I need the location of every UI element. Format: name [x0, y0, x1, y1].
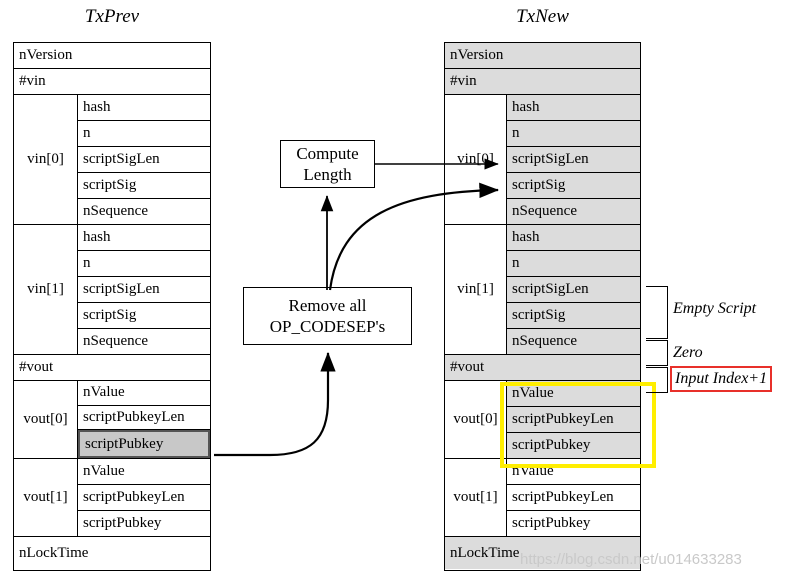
txprev-vin0-field-n[interactable]: n: [78, 121, 210, 147]
txprev-cell-nvin: #vin: [14, 69, 210, 95]
zero-bracket: [646, 340, 668, 366]
txprev-vout0-field-nvalue[interactable]: nValue: [78, 381, 210, 406]
txprev-vin0-field-scriptsig[interactable]: scriptSig: [78, 173, 210, 199]
input-index-bracket: [646, 367, 668, 393]
txprev-vin1-label: vin[1]: [14, 225, 78, 354]
remove-codesep-box[interactable]: Remove all OP_CODESEP's: [243, 287, 412, 345]
txnew-vin1-field-scriptsiglen[interactable]: scriptSigLen: [507, 277, 640, 303]
empty-script-bracket: [646, 286, 668, 339]
txnew-cell-nvin: #vin: [445, 69, 640, 95]
txprev-vout0-label: vout[0]: [14, 381, 78, 458]
txnew-table: nVersion #vin vin[0] hash n scriptSigLen…: [444, 42, 641, 571]
txnew-vin0-field-n[interactable]: n: [507, 121, 640, 147]
txnew-group-vout0[interactable]: vout[0] nValue scriptPubkeyLen scriptPub…: [445, 381, 640, 459]
txprev-title: TxPrev: [84, 6, 140, 27]
txprev-vin0-field-nsequence[interactable]: nSequence: [78, 199, 210, 224]
txnew-vin1-field-n[interactable]: n: [507, 251, 640, 277]
txnew-vin1-label: vin[1]: [445, 225, 507, 354]
txprev-cell-nlocktime: nLockTime: [14, 537, 210, 569]
txnew-cell-nvout: #vout: [445, 355, 640, 381]
txprev-vout1-field-scriptpubkey[interactable]: scriptPubkey: [78, 511, 210, 536]
txprev-group-vin0[interactable]: vin[0] hash n scriptSigLen scriptSig nSe…: [14, 95, 210, 225]
txnew-row-nversion[interactable]: nVersion: [445, 43, 640, 69]
txprev-row-nvin[interactable]: #vin: [14, 69, 210, 95]
txnew-vin0-field-scriptsig[interactable]: scriptSig: [507, 173, 640, 199]
txnew-vin1-field-hash[interactable]: hash: [507, 225, 640, 251]
txprev-vin1-field-n[interactable]: n: [78, 251, 210, 277]
txnew-title: TxNew: [516, 6, 569, 27]
txprev-row-nlocktime[interactable]: nLockTime: [14, 537, 210, 569]
txprev-vin0-field-scriptsiglen[interactable]: scriptSigLen: [78, 147, 210, 173]
txnew-row-nvin[interactable]: #vin: [445, 69, 640, 95]
txnew-vin0-field-hash[interactable]: hash: [507, 95, 640, 121]
txprev-vout0-field-scriptpubkeylen[interactable]: scriptPubkeyLen: [78, 405, 210, 431]
txprev-vin1-field-scriptsig[interactable]: scriptSig: [78, 303, 210, 329]
txnew-vin1-field-scriptsig[interactable]: scriptSig: [507, 303, 640, 329]
diagram-canvas: TxPrev TxNew nVersion #vin vin[0] hash n…: [0, 0, 795, 581]
txnew-vout1-field-nvalue[interactable]: nValue: [507, 459, 640, 485]
txnew-group-vin1[interactable]: vin[1] hash n scriptSigLen scriptSig nSe…: [445, 225, 640, 355]
txprev-vout1-field-scriptpubkeylen[interactable]: scriptPubkeyLen: [78, 485, 210, 511]
txnew-vout1-label: vout[1]: [445, 459, 507, 536]
txnew-vin0-field-nsequence[interactable]: nSequence: [507, 199, 640, 224]
txnew-group-vout1[interactable]: vout[1] nValue scriptPubkeyLen scriptPub…: [445, 459, 640, 537]
txprev-vin1-field-scriptsiglen[interactable]: scriptSigLen: [78, 277, 210, 303]
txnew-vin0-field-scriptsiglen[interactable]: scriptSigLen: [507, 147, 640, 173]
txprev-vout1-field-nvalue[interactable]: nValue: [78, 459, 210, 485]
txprev-group-vin1[interactable]: vin[1] hash n scriptSigLen scriptSig nSe…: [14, 225, 210, 355]
remove-codesep-line1: Remove all: [288, 295, 367, 315]
txprev-group-vout0[interactable]: vout[0] nValue scriptPubkeyLen scriptPub…: [14, 381, 210, 459]
txnew-group-vin0[interactable]: vin[0] hash n scriptSigLen scriptSig nSe…: [445, 95, 640, 225]
compute-length-line2: Length: [303, 165, 352, 184]
txprev-table: nVersion #vin vin[0] hash n scriptSigLen…: [13, 42, 211, 571]
txnew-vout0-label: vout[0]: [445, 381, 507, 458]
txnew-cell-nversion: nVersion: [445, 43, 640, 69]
watermark-text: https://blog.csdn.net/u014633283: [520, 551, 742, 568]
txprev-vin0-field-hash[interactable]: hash: [78, 95, 210, 121]
txnew-row-nvout[interactable]: #vout: [445, 355, 640, 381]
compute-length-line1: Compute: [296, 143, 359, 163]
txprev-vin1-field-nsequence[interactable]: nSequence: [78, 329, 210, 354]
txprev-cell-nvout: #vout: [14, 355, 210, 381]
empty-script-annotation: Empty Script: [673, 300, 757, 317]
txnew-vin1-field-nsequence[interactable]: nSequence: [507, 329, 640, 354]
zero-annotation: Zero: [673, 344, 703, 361]
remove-codesep-line2: OP_CODESEP's: [269, 317, 386, 336]
txprev-group-vout1[interactable]: vout[1] nValue scriptPubkeyLen scriptPub…: [14, 459, 210, 537]
txprev-vin1-field-hash[interactable]: hash: [78, 225, 210, 251]
txnew-vout0-field-scriptpubkeylen[interactable]: scriptPubkeyLen: [507, 407, 640, 433]
txprev-row-nvout[interactable]: #vout: [14, 355, 210, 381]
txprev-vout0-field-scriptpubkey-highlighted[interactable]: scriptPubkey: [78, 430, 210, 459]
txnew-vout1-field-scriptpubkeylen[interactable]: scriptPubkeyLen: [507, 485, 640, 511]
txnew-vout0-field-scriptpubkey[interactable]: scriptPubkey: [507, 433, 640, 458]
txnew-vout1-field-scriptpubkey[interactable]: scriptPubkey: [507, 511, 640, 536]
txprev-row-nversion[interactable]: nVersion: [14, 43, 210, 69]
txnew-vin0-label: vin[0]: [445, 95, 507, 224]
txnew-vout0-field-nvalue[interactable]: nValue: [507, 381, 640, 407]
txprev-cell-nversion: nVersion: [14, 43, 210, 69]
compute-length-box[interactable]: Compute Length: [280, 140, 375, 188]
txprev-vin0-label: vin[0]: [14, 95, 78, 224]
input-index-annotation: Input Index+1: [670, 366, 773, 392]
txprev-vout1-label: vout[1]: [14, 459, 78, 536]
